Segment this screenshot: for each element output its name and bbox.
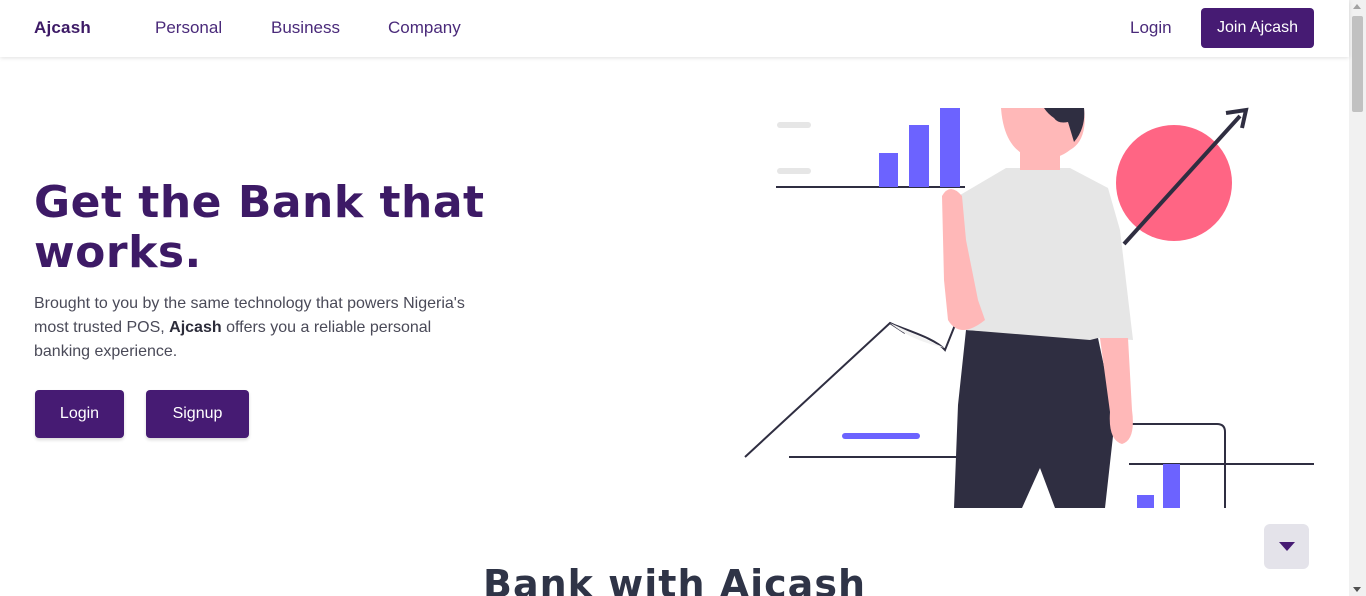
nav-business[interactable]: Business xyxy=(271,18,340,38)
hero-signup-button[interactable]: Signup xyxy=(146,390,249,438)
nav-login-link[interactable]: Login xyxy=(1130,18,1172,38)
section-title: Bank with Ajcash xyxy=(482,562,866,596)
hero-illustration xyxy=(744,107,1314,508)
hero-description: Brought to you by the same technology th… xyxy=(34,292,484,364)
scrollbar-thumb[interactable] xyxy=(1352,16,1363,112)
join-button[interactable]: Join Ajcash xyxy=(1201,8,1314,48)
hero-login-button[interactable]: Login xyxy=(35,390,124,438)
nav-company[interactable]: Company xyxy=(388,18,461,38)
hero-title: Get the Bank that works. xyxy=(34,177,485,278)
brand-logo[interactable]: Ajcash xyxy=(34,18,91,38)
nav-personal[interactable]: Personal xyxy=(155,18,222,38)
hero-text-brand: Ajcash xyxy=(169,319,222,336)
page-scrollbar[interactable] xyxy=(1349,0,1366,596)
navbar: Ajcash Personal Business Company Login J… xyxy=(0,0,1349,57)
triangle-down-icon xyxy=(1278,541,1295,551)
scroll-up-arrow-icon[interactable] xyxy=(1353,4,1361,9)
scroll-down-arrow-icon[interactable] xyxy=(1353,587,1361,592)
